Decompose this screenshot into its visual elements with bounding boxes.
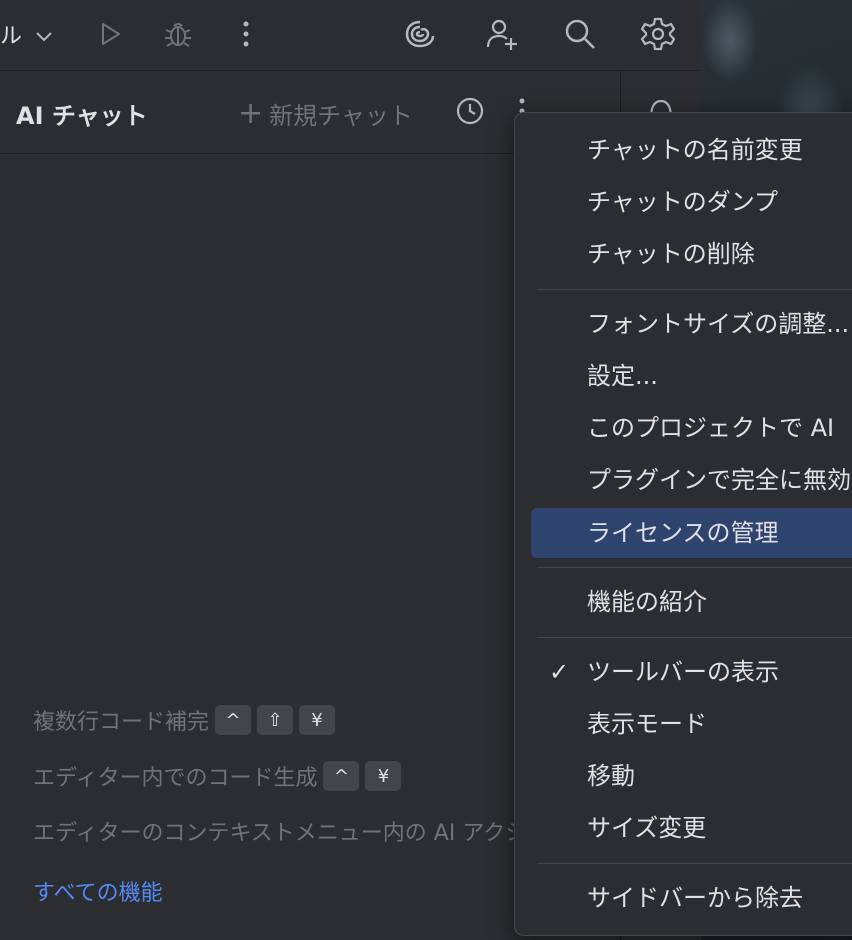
run-icon[interactable] [88,12,132,56]
new-chat-label: 新規チャット [269,102,413,130]
menu-item-move[interactable]: 移動 [587,754,635,798]
key-shift: ⇧ [257,705,294,735]
menu-separator [537,637,852,638]
add-user-icon[interactable] [480,12,524,56]
feature-hints: 複数行コード補完 ^ ⇧ ¥ エディター内でのコード生成 ^ ¥ エディターのコ… [33,703,593,907]
search-icon[interactable] [558,12,602,56]
new-chat-button[interactable]: + 新規チャット [238,96,413,131]
panel-title: AI チャット [16,102,148,130]
chevron-down-icon[interactable] [22,14,66,58]
menu-separator [537,289,852,290]
hint-context-menu: エディターのコンテキストメニュー内の AI アクション [33,821,572,846]
run-config-label[interactable]: ル [0,18,22,50]
key-ctrl: ^ [323,761,360,791]
all-features-link[interactable]: すべての機能 [33,875,593,907]
plus-icon: + [238,95,264,131]
main-toolbar: ル [0,0,700,71]
hint-label: エディター内でのコード生成 [33,766,318,791]
menu-item-view-mode[interactable]: 表示モード [587,702,707,746]
menu-item-show-toolbar[interactable]: ツールバーの表示 [587,650,779,694]
key-yen: ¥ [365,761,402,791]
hint-in-editor-generation: エディター内でのコード生成 ^ ¥ [33,759,593,793]
more-vertical-icon[interactable] [224,12,268,56]
menu-separator [537,863,852,864]
menu-item-dump-chat[interactable]: チャットのダンプ [587,180,778,224]
menu-item-disable-plugin[interactable]: プラグインで完全に無効 [587,458,851,502]
debug-icon[interactable] [156,12,200,56]
menu-item-rename-chat[interactable]: チャットの名前変更 [587,128,803,172]
menu-separator [537,567,852,568]
ai-assistant-icon[interactable] [398,12,442,56]
menu-item-manage-license[interactable]: ライセンスの管理 [587,511,779,555]
checkmark-icon: ✓ [549,658,570,686]
menu-item-font-size[interactable]: フォントサイズの調整... [587,302,849,346]
menu-item-disable-in-project[interactable]: このプロジェクトで AI [587,406,834,450]
history-icon[interactable] [450,91,490,131]
chat-options-menu: チャットの名前変更 チャットのダンプ チャットの削除 フォントサイズの調整...… [514,112,852,936]
hint-label: 複数行コード補完 [33,710,210,735]
menu-item-feature-tour[interactable]: 機能の紹介 [587,580,707,624]
menu-item-delete-chat[interactable]: チャットの削除 [587,232,755,276]
hint-multiline-completion: 複数行コード補完 ^ ⇧ ¥ [33,703,593,737]
key-ctrl: ^ [215,705,252,735]
settings-icon[interactable] [636,12,680,56]
menu-item-resize[interactable]: サイズ変更 [587,806,706,850]
key-yen: ¥ [299,705,336,735]
menu-item-remove-from-sidebar[interactable]: サイドバーから除去 [587,876,803,920]
menu-item-settings[interactable]: 設定... [587,354,658,398]
